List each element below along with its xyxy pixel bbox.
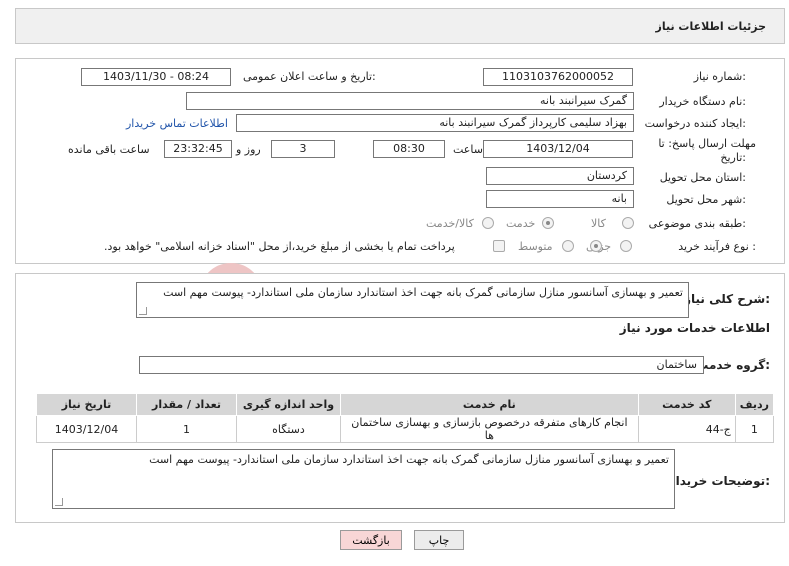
cell-need-date: 1403/12/04 (36, 415, 137, 443)
process-label: نوع فرآیند خرید : (678, 240, 756, 253)
buyer-notes-text: تعمیر و بهسازی آسانسور منازل سازمانی گمر… (149, 453, 669, 466)
cell-row-number: 1 (734, 415, 775, 443)
services-table: ردیف کد خدمت نام خدمت واحد اندازه گیری ت… (36, 393, 775, 443)
header-bar: جزئیات اطلاعات نیاز (15, 8, 785, 44)
payment-checkbox[interactable] (493, 240, 505, 252)
back-button[interactable]: بازگشت (340, 530, 402, 550)
services-heading: اطلاعات خدمات مورد نیاز (619, 321, 770, 335)
cell-quantity: 1 (136, 415, 237, 443)
summary-textarea[interactable]: تعمیر و بهسازی آسانسور منازل سازمانی گمر… (136, 282, 689, 318)
category-radio-service[interactable] (542, 217, 554, 229)
col-unit: واحد اندازه گیری (235, 393, 341, 416)
days-label: روز و (236, 143, 261, 156)
service-group-label: گروه خدمت: (696, 358, 770, 372)
buyer-org-label: نام دستگاه خریدار: (659, 95, 746, 108)
cell-unit: دستگاه (235, 415, 341, 443)
cell-service-code: ج-44 (637, 415, 736, 443)
process-option-medium: متوسط (518, 240, 553, 253)
category-radio-goods-service[interactable] (482, 217, 494, 229)
announce-label: تاریخ و ساعت اعلان عمومی: (243, 70, 376, 83)
category-option-goods-service: کالا/خدمت (426, 217, 474, 230)
remaining-time-field[interactable]: 23:32:45 (164, 140, 232, 158)
process-radio-minor[interactable] (620, 240, 632, 252)
summary-label: شرح کلی نیاز: (684, 292, 770, 306)
deadline-label: مهلت ارسال پاسخ: تا (658, 137, 756, 150)
deadline-date-field[interactable]: 1403/12/04 (483, 140, 633, 158)
requester-label: ایجاد کننده درخواست: (644, 117, 746, 130)
buyer-org-field[interactable]: گمرک سیرانبند بانه (186, 92, 634, 110)
table-row: 1 ج-44 انجام کارهای متفرقه درخصوص بازساز… (36, 415, 775, 443)
remaining-label: ساعت باقی مانده (68, 143, 150, 156)
process-radio-minor-selected[interactable] (590, 240, 602, 252)
cell-service-name: انجام کارهای متفرقه درخصوص بازسازی و بهس… (339, 415, 639, 443)
province-field[interactable]: کردستان (486, 167, 634, 185)
need-number-field[interactable]: 1103103762000052 (483, 68, 633, 86)
deadline-time-field[interactable]: 08:30 (373, 140, 445, 158)
payment-note: پرداخت تمام یا بخشی از مبلغ خرید،از محل … (104, 240, 455, 253)
need-number-label: شماره نیاز: (693, 70, 746, 83)
summary-resize-handle[interactable] (139, 307, 147, 315)
requester-field[interactable]: بهزاد سلیمی کارپرداز گمرک سیرانبند بانه (236, 114, 634, 132)
announce-field[interactable]: 1403/11/30 - 08:24 (81, 68, 231, 86)
province-label: استان محل تحویل: (659, 171, 746, 184)
city-label: شهر محل تحویل: (666, 193, 746, 206)
buyer-notes-label: توضیحات خریدار: (668, 474, 770, 488)
page-title: جزئیات اطلاعات نیاز (655, 20, 767, 33)
col-need-date: تاریخ نیاز (36, 393, 137, 416)
summary-text: تعمیر و بهسازی آسانسور منازل سازمانی گمر… (163, 286, 683, 299)
col-service-code: کد خدمت (637, 393, 736, 416)
need-info-form: شماره نیاز: 1103103762000052 تاریخ و ساع… (15, 58, 785, 264)
service-group-field[interactable]: ساختمان (139, 356, 704, 374)
need-detail-panel: شرح کلی نیاز: تعمیر و بهسازی آسانسور منا… (15, 273, 785, 523)
services-table-header: ردیف کد خدمت نام خدمت واحد اندازه گیری ت… (36, 393, 775, 416)
category-radio-goods[interactable] (622, 217, 634, 229)
process-radio-medium[interactable] (562, 240, 574, 252)
category-option-goods: کالا (591, 217, 606, 230)
city-field[interactable]: بانه (486, 190, 634, 208)
contact-info-link[interactable]: اطلاعات تماس خریدار (126, 117, 228, 130)
hour-label: ساعت (453, 143, 483, 156)
deadline-date-label: تاریخ: (720, 151, 746, 164)
buyer-notes-textarea[interactable]: تعمیر و بهسازی آسانسور منازل سازمانی گمر… (52, 449, 675, 509)
col-row-number: ردیف (734, 393, 775, 416)
col-service-name: نام خدمت (339, 393, 639, 416)
category-option-service: خدمت (506, 217, 536, 230)
category-label: طبقه بندی موضوعی: (648, 217, 746, 230)
print-button[interactable]: چاپ (414, 530, 464, 550)
days-field[interactable]: 3 (271, 140, 335, 158)
col-quantity: تعداد / مقدار (136, 393, 237, 416)
buyer-notes-resize-handle[interactable] (55, 498, 63, 506)
